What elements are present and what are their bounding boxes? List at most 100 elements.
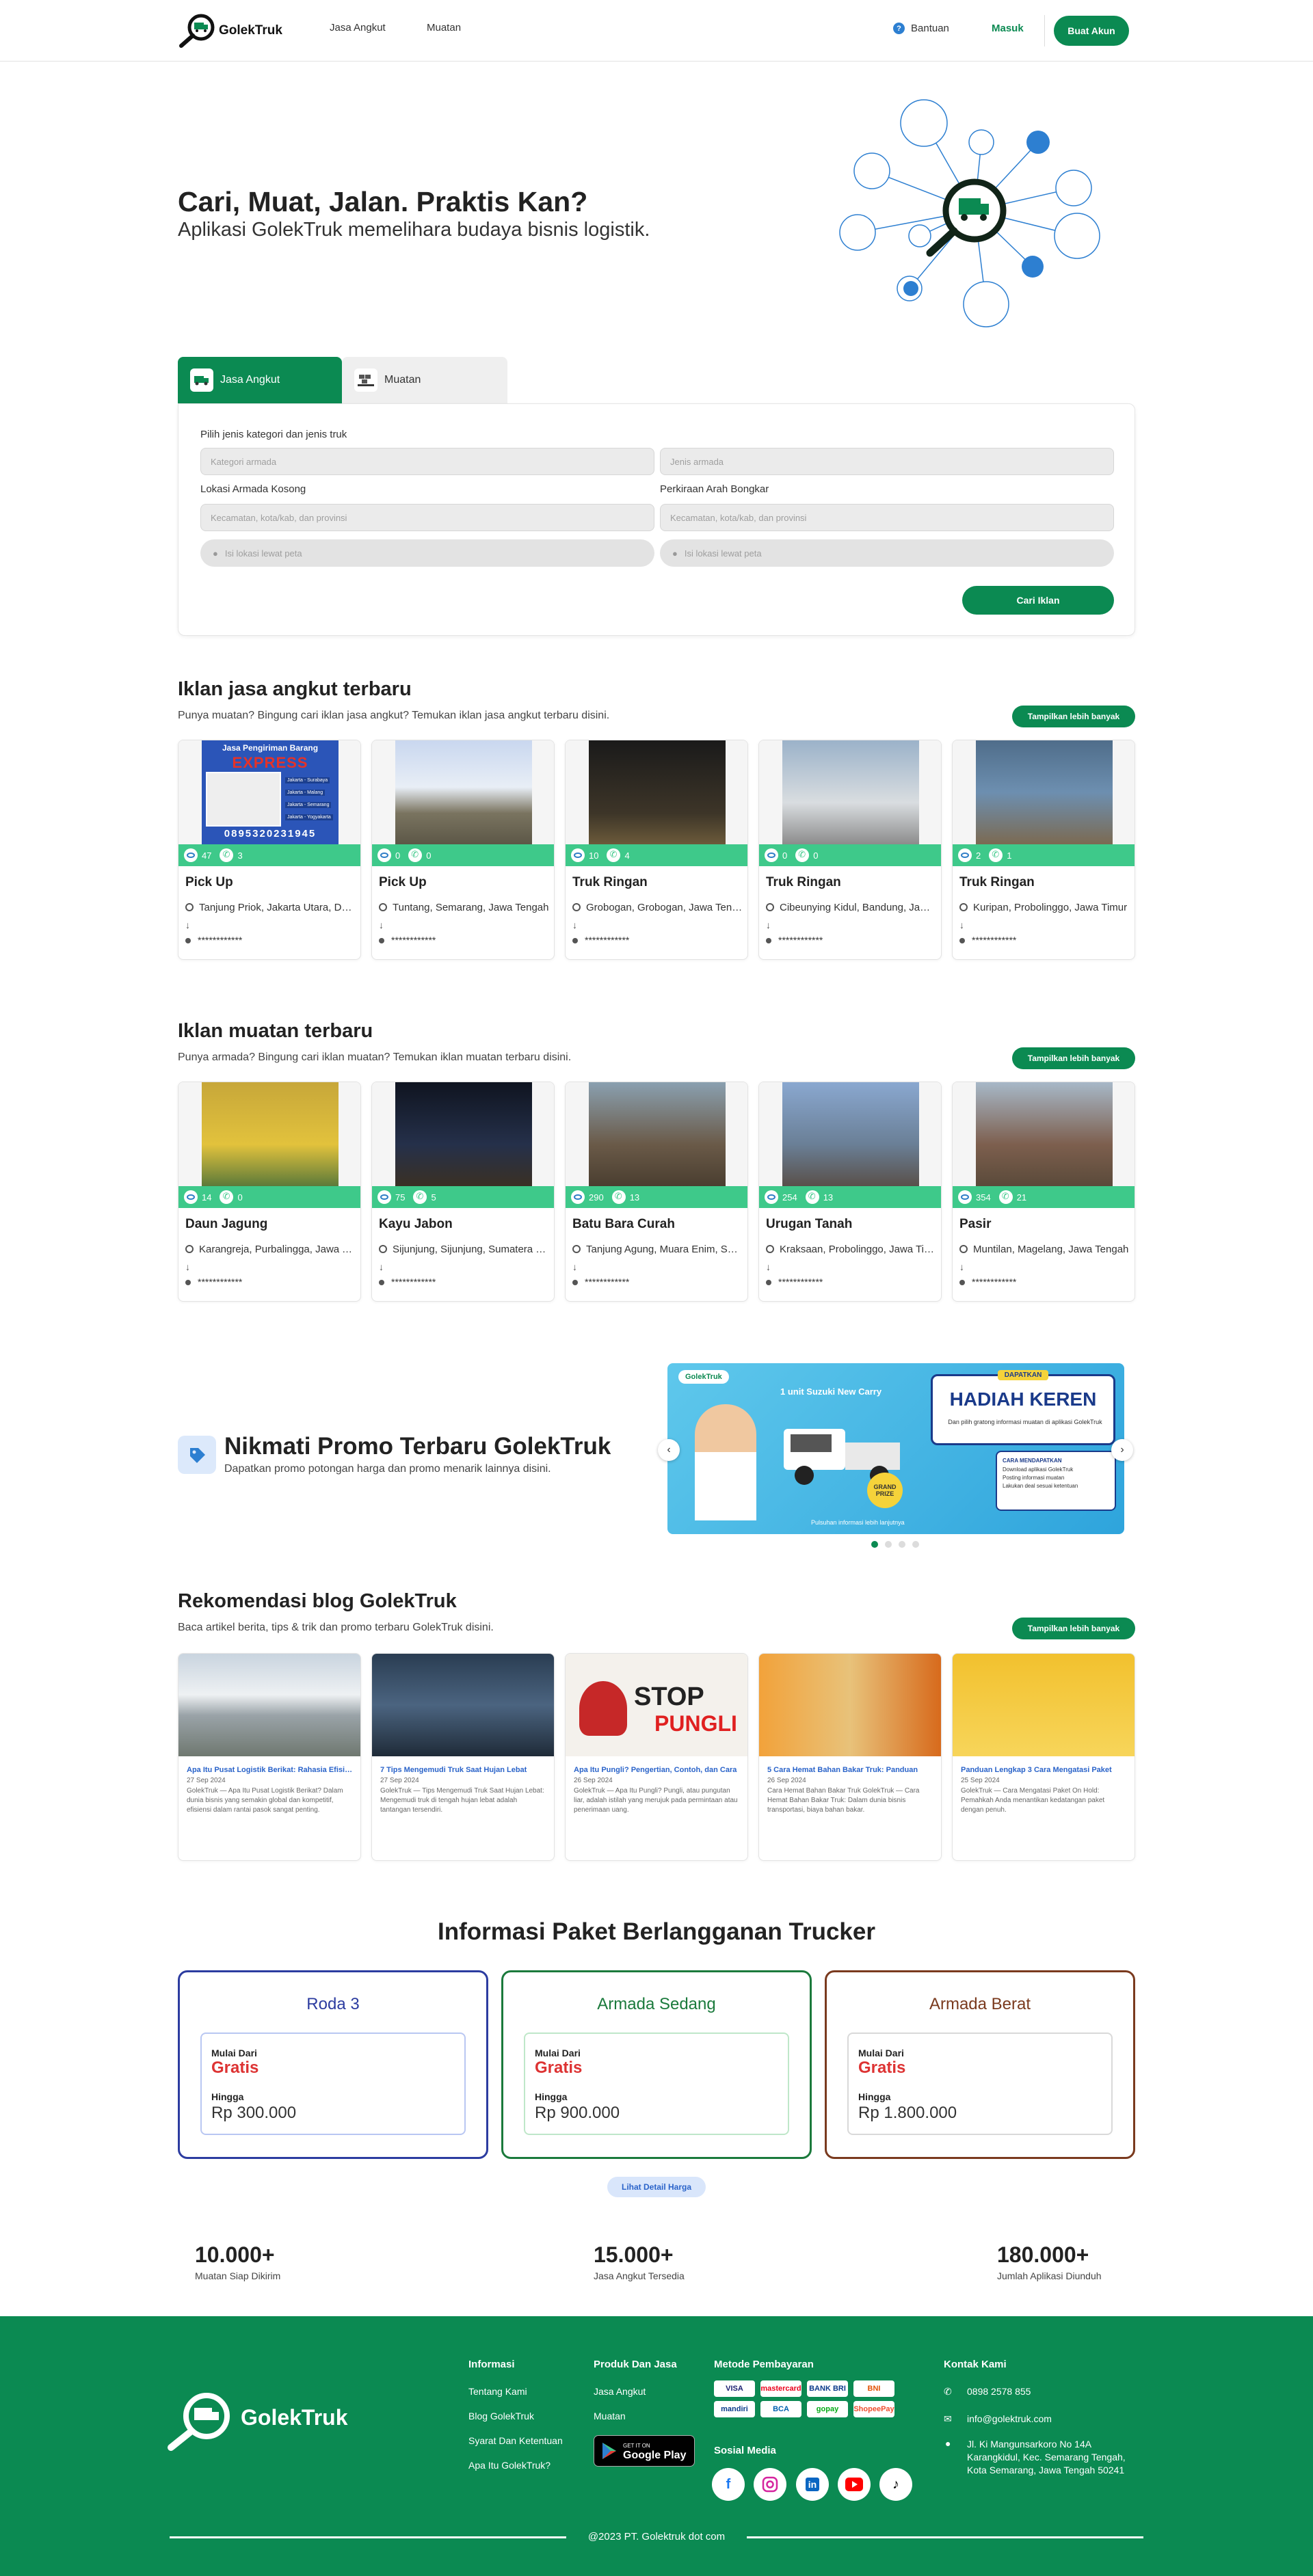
- blog-post-title[interactable]: Panduan Lengkap 3 Cara Mengatasi Paket: [961, 1766, 1129, 1774]
- pricing-price-box: Mulai Dari Gratis Hingga Rp 1.800.000: [847, 2032, 1113, 2135]
- blog-card[interactable]: 5 Cara Hemat Bahan Bakar Truk: Panduan 26…: [758, 1653, 942, 1861]
- calls-count: 0: [237, 1192, 243, 1203]
- blog-card[interactable]: STOP PUNGLI Apa Itu Pungli? Pengertian, Co…: [565, 1653, 748, 1861]
- footer-phone[interactable]: 0898 2578 855: [967, 2386, 1031, 2397]
- promo-desc: Dan pilih gratong informasi muatan di ap…: [948, 1419, 1102, 1425]
- jasa-card[interactable]: Jasa Pengiriman Barang EXPRESS Jakarta - S…: [178, 740, 361, 960]
- muatan-card[interactable]: 75 5 Kayu Jabon Sijunjung, Sijunjung, Sumat…: [371, 1082, 555, 1302]
- nav-jasa-angkut[interactable]: Jasa Angkut: [330, 22, 386, 33]
- carousel-prev-icon[interactable]: ‹: [658, 1439, 680, 1461]
- blog-post-title[interactable]: 5 Cara Hemat Bahan Bakar Truk: Panduan: [767, 1766, 936, 1774]
- carousel-dot[interactable]: [885, 1541, 892, 1548]
- arrow-down-icon: ↓: [379, 920, 384, 930]
- footer-copyright: @2023 PT. Golektruk dot com: [587, 2531, 726, 2543]
- jasa-card[interactable]: 00Truk RinganCibeunying Kidul, Bandung, …: [758, 740, 942, 960]
- listing-destination-text: ************: [972, 1276, 1017, 1287]
- register-button[interactable]: Buat Akun: [1054, 16, 1129, 46]
- blog-thumbnail: STOP PUNGLI: [566, 1654, 747, 1756]
- footer-link-apa-itu[interactable]: Apa Itu GolekTruk?: [468, 2460, 551, 2471]
- muatan-card[interactable]: 14 0 Daun Jagung Karangreja, Purbalingga, J…: [178, 1082, 361, 1302]
- brand-logo[interactable]: GolekTruk: [178, 14, 282, 48]
- jasa-more-button[interactable]: Tampilkan lebih banyak: [1012, 706, 1135, 727]
- listing-name: Pasir: [959, 1217, 992, 1231]
- armada-category-select[interactable]: Kategori armada: [200, 448, 654, 475]
- bongkar-input[interactable]: Kecamatan, kota/kab, dan provinsi: [660, 504, 1114, 531]
- views-icon: [184, 848, 198, 862]
- footer-email[interactable]: info@golektruk.com: [967, 2413, 1052, 2424]
- payment-logo: BANK BRI: [807, 2380, 848, 2397]
- listing-destination-text: ************: [778, 1276, 823, 1287]
- blog-card[interactable]: 7 Tips Mengemudi Truk Saat Hujan Lebat 27…: [371, 1653, 555, 1861]
- banner-big: EXPRESS: [232, 754, 308, 771]
- facebook-icon[interactable]: f: [712, 2468, 745, 2501]
- payment-logo: gopay: [807, 2401, 848, 2417]
- jasa-card[interactable]: 00Pick UpTuntang, Semarang, Jawa Tengah↓…: [371, 740, 555, 960]
- blog-card[interactable]: Apa Itu Pusat Logistik Berikat: Rahasia …: [178, 1653, 361, 1861]
- blog-card[interactable]: Panduan Lengkap 3 Cara Mengatasi Paket 25…: [952, 1653, 1135, 1861]
- footer-link-muatan[interactable]: Muatan: [594, 2411, 626, 2421]
- listing-location: Grobogan, Grobogan, Jawa Tengah: [572, 902, 743, 913]
- phone-icon: [413, 1190, 427, 1204]
- listing-location: Tanjung Agung, Muara Enim, Sumatera Sela…: [572, 1244, 743, 1255]
- arrow-down-icon: ↓: [379, 1261, 384, 1272]
- blog-post-title[interactable]: 7 Tips Mengemudi Truk Saat Hujan Lebat: [380, 1766, 548, 1774]
- footer-link-jasa-angkut[interactable]: Jasa Angkut: [594, 2386, 646, 2397]
- promo-tag: DAPATKAN: [997, 1370, 1049, 1380]
- jasa-card[interactable]: 10 4 Truk Ringan Grobogan, Grobogan, Jawa T…: [565, 740, 748, 960]
- blog-thumbnail: [372, 1654, 554, 1756]
- footer-address-line1: Jl. Ki Mangunsarkoro No 14A: [967, 2439, 1092, 2450]
- blog-more-button[interactable]: Tampilkan lebih banyak: [1012, 1618, 1135, 1639]
- footer-link-blog[interactable]: Blog GolekTruk: [468, 2411, 534, 2421]
- linkedin-icon[interactable]: in: [796, 2468, 829, 2501]
- youtube-icon[interactable]: [838, 2468, 871, 2501]
- footer-link-syarat[interactable]: Syarat Dan Ketentuan: [468, 2435, 563, 2446]
- destination-pin-icon: [572, 1280, 578, 1285]
- payment-logo: mastercard: [760, 2380, 801, 2397]
- location-pin-icon: [959, 903, 968, 911]
- destination-pin-icon: [185, 938, 191, 943]
- blog-post-title[interactable]: Apa Itu Pungli? Pengertian, Contoh, dan …: [574, 1766, 742, 1774]
- pricing-to-value: Rp 300.000: [211, 2104, 297, 2122]
- listing-location: Cibeunying Kidul, Bandung, Jawa Barat: [766, 902, 937, 913]
- listing-photo-image: [782, 1082, 919, 1186]
- muatan-card[interactable]: 354 21 Pasir Muntilan, Magelang, Jawa Tenga…: [952, 1082, 1135, 1302]
- tiktok-icon[interactable]: ♪: [879, 2468, 912, 2501]
- listing-destination: ************: [379, 1276, 436, 1287]
- pricing-card[interactable]: Roda 3 Mulai Dari Gratis Hingga Rp 300.000: [178, 1970, 488, 2159]
- muatan-card[interactable]: 290 13 Batu Bara Curah Tanjung Agung, Muara…: [565, 1082, 748, 1302]
- pricing-detail-button[interactable]: Lihat Detail Harga: [607, 2177, 706, 2197]
- nav-muatan[interactable]: Muatan: [427, 22, 461, 33]
- instagram-icon[interactable]: [754, 2468, 786, 2501]
- carousel-dot[interactable]: [899, 1541, 905, 1548]
- tab-muatan[interactable]: Muatan: [342, 357, 507, 403]
- lokasi-input[interactable]: Kecamatan, kota/kab, dan provinsi: [200, 504, 654, 531]
- muatan-more-button[interactable]: Tampilkan lebih banyak: [1012, 1047, 1135, 1069]
- listing-name: Truk Ringan: [572, 875, 648, 889]
- carousel-next-icon[interactable]: ›: [1111, 1439, 1133, 1461]
- jasa-card[interactable]: 21Truk RinganKuripan, Probolinggo, Jawa …: [952, 740, 1135, 960]
- muatan-card[interactable]: 254 13 Urugan Tanah Kraksaan, Probolinggo, …: [758, 1082, 942, 1302]
- google-play-badge[interactable]: GET IT ON Google Play: [594, 2435, 695, 2467]
- pricing-card[interactable]: Armada Sedang Mulai Dari Gratis Hingga Rp 90…: [501, 1970, 812, 2159]
- help-link[interactable]: ? Bantuan: [893, 23, 949, 34]
- payment-logo: BCA: [760, 2401, 801, 2417]
- carousel-dot[interactable]: [871, 1541, 878, 1548]
- phone-icon: [805, 1190, 819, 1204]
- promo-banner[interactable]: GolekTruk 1 unit Suzuki New Carry GRAND …: [667, 1363, 1124, 1534]
- listing-location-text: Karangreja, Purbalingga, Jawa Tengah: [199, 1244, 356, 1255]
- armada-type-select[interactable]: Jenis armada: [660, 448, 1114, 475]
- pricing-card[interactable]: Armada Berat Mulai Dari Gratis Hingga Rp 1.8…: [825, 1970, 1135, 2159]
- carousel-dot[interactable]: [912, 1541, 919, 1548]
- blog-post-title[interactable]: Apa Itu Pusat Logistik Berikat: Rahasia …: [187, 1766, 355, 1774]
- blog-hand-illustration: [579, 1681, 627, 1736]
- destination-pin-icon: [572, 938, 578, 943]
- google-play-big: Google Play: [623, 2450, 687, 2461]
- login-link[interactable]: Masuk: [992, 23, 1024, 34]
- bongkar-map-button[interactable]: ● Isi lokasi lewat peta: [660, 539, 1114, 567]
- tab-jasa-angkut[interactable]: Jasa Angkut: [178, 357, 342, 403]
- lokasi-map-button[interactable]: ● Isi lokasi lewat peta: [200, 539, 654, 567]
- jasa-section-subtitle: Punya muatan? Bingung cari iklan jasa an…: [178, 710, 610, 721]
- search-submit-button[interactable]: Cari Iklan: [962, 586, 1114, 615]
- calls-count: 3: [237, 850, 243, 861]
- footer-link-tentang[interactable]: Tentang Kami: [468, 2386, 527, 2397]
